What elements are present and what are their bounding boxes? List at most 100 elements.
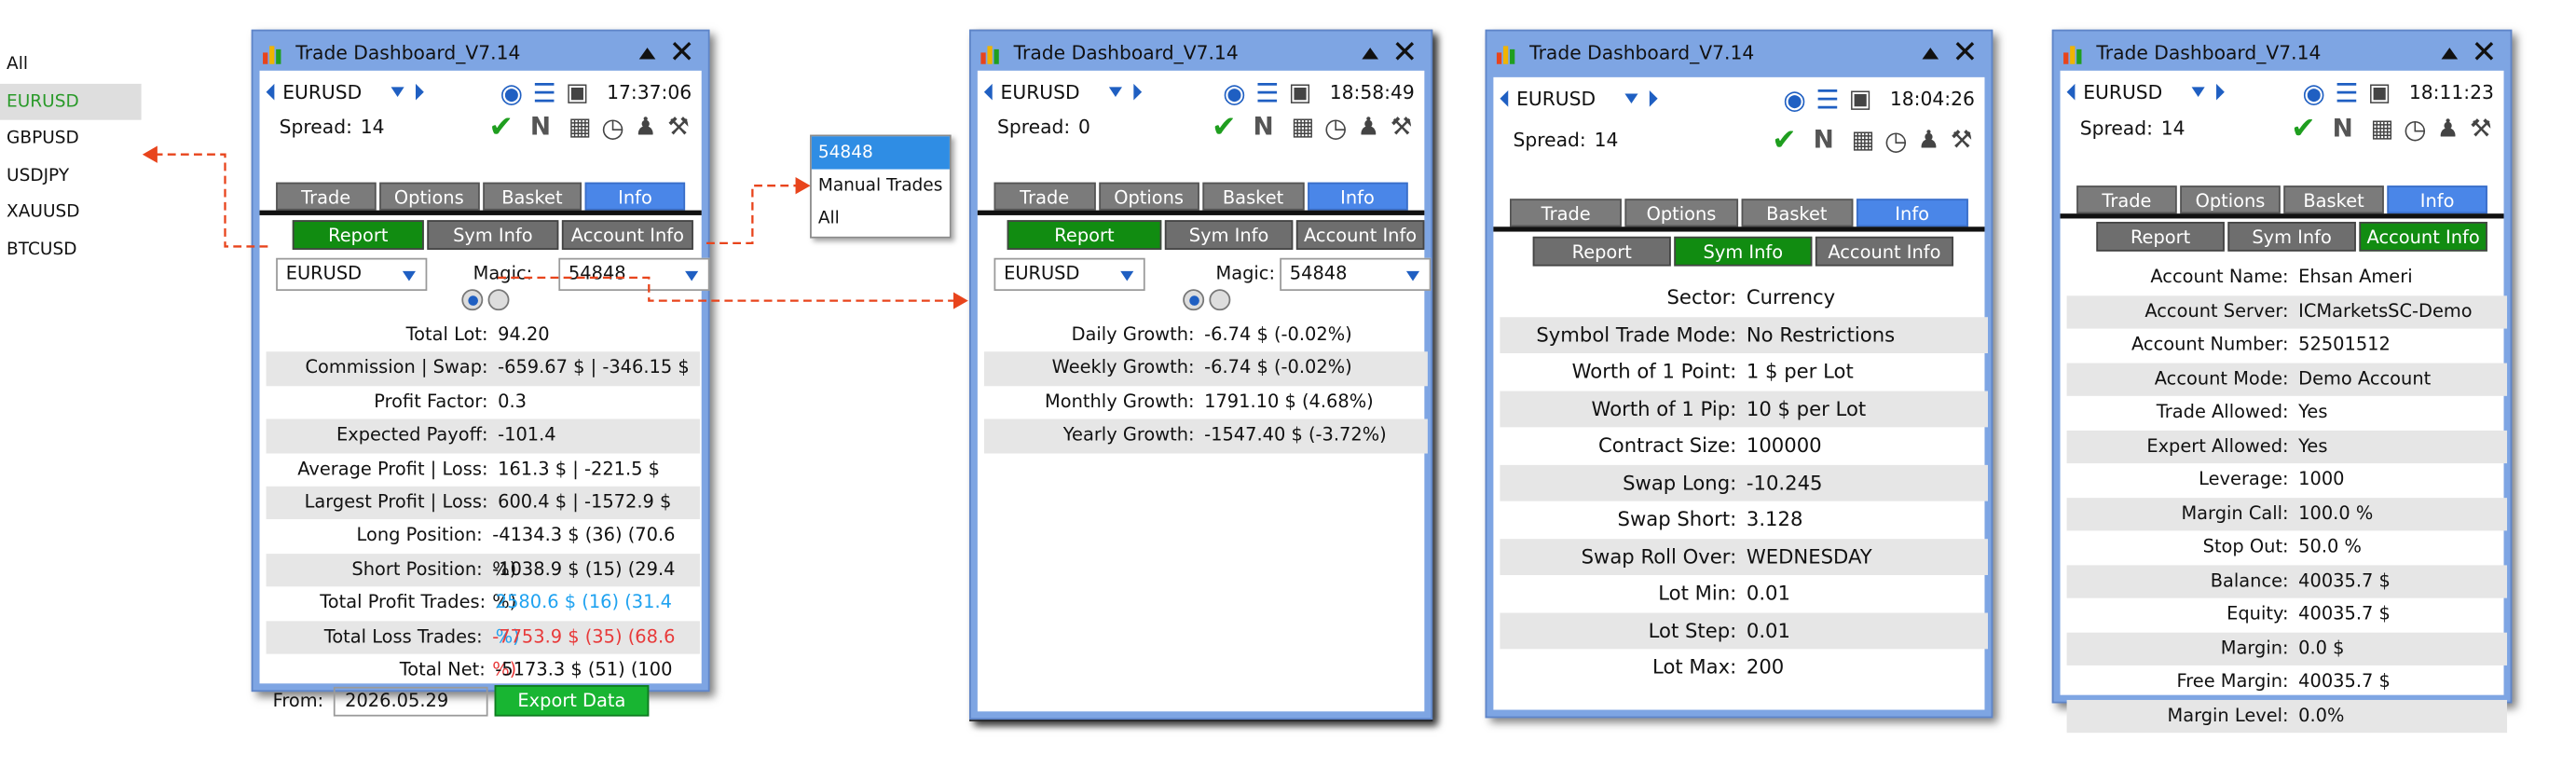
magic-dropdown-icon[interactable] [685,270,699,281]
tab-trade[interactable]: Trade [276,182,377,211]
tab-options[interactable]: Options [378,182,479,211]
calendar-icon[interactable]: ▦ [2365,112,2398,144]
subtab-account-info[interactable]: Account Info [1295,220,1425,250]
bell-icon[interactable]: ♟ [2432,112,2464,144]
symbol-selector[interactable]: EURUSD [1493,87,1659,110]
subtab-account-info[interactable]: Account Info [2359,221,2487,252]
subtab-report[interactable]: Report [1532,236,1671,267]
subtab-account-info[interactable]: Account Info [1815,236,1953,267]
next-symbol-icon[interactable] [416,83,425,101]
tab-trade[interactable]: Trade [2076,185,2177,214]
symbol-selector[interactable]: EURUSD [260,80,425,103]
prev-symbol-icon[interactable] [983,83,993,101]
calendar-icon[interactable]: ▦ [1286,110,1319,143]
subtab-report[interactable]: Report [292,220,424,250]
symbol-selector[interactable]: EURUSD [2061,80,2226,103]
magic-combo[interactable]: 54848 [558,257,710,292]
history-icon[interactable]: ◷ [2399,112,2432,144]
symbol-combo[interactable]: EURUSD [276,257,428,292]
symbol-list-item[interactable]: BTCUSD [0,231,142,268]
news-icon[interactable]: N [1247,110,1280,143]
next-symbol-icon[interactable] [2216,83,2226,101]
tab-info[interactable]: Info [584,182,686,211]
subtab-sym-info[interactable]: Sym Info [1674,236,1813,267]
check-icon[interactable]: ✔ [485,109,517,144]
tab-trade[interactable]: Trade [1510,199,1623,227]
radio-button-on[interactable] [1183,289,1205,311]
tab-info[interactable]: Info [1856,199,1968,227]
calendar-icon[interactable]: ▦ [564,110,596,143]
subtab-report[interactable]: Report [1007,220,1162,250]
wrench-icon[interactable]: ⚒ [662,110,694,143]
symbol-list-item[interactable]: USDJPY [0,157,142,194]
symbol-dropdown-icon[interactable] [2192,87,2206,98]
combo-dropdown-icon[interactable] [402,270,416,281]
calendar-icon[interactable]: ▦ [1846,123,1879,156]
magic-combo[interactable]: 54848 [1280,257,1432,292]
from-date-input[interactable]: 2026.05.29 [333,685,488,716]
next-symbol-icon[interactable] [1650,89,1659,107]
symbol-list-item[interactable]: XAUUSD [0,194,142,231]
minimize-icon[interactable] [1362,47,1379,59]
symbol-list-item[interactable]: All [0,46,142,83]
radio-button-off[interactable] [487,289,510,311]
list-icon[interactable]: ☰ [1251,75,1283,108]
tab-options[interactable]: Options [2180,185,2281,214]
minimize-icon[interactable] [638,47,656,59]
symbol-selector[interactable]: EURUSD [978,80,1143,103]
subtab-account-info[interactable]: Account Info [561,220,693,250]
radio-button-off[interactable] [1209,289,1231,311]
tab-basket[interactable]: Basket [482,182,582,211]
list-icon[interactable]: ☰ [2330,75,2363,108]
tab-options[interactable]: Options [1098,182,1199,211]
prev-symbol-icon[interactable] [1500,89,1509,107]
check-icon[interactable]: ✔ [1208,109,1240,144]
bell-icon[interactable]: ♟ [1352,110,1385,143]
export-data-button[interactable]: Export Data [494,685,650,717]
minimize-icon[interactable] [2441,47,2459,59]
history-icon[interactable]: ◷ [1320,110,1352,143]
close-icon[interactable]: ✕ [1952,37,1978,68]
radio-button-on[interactable] [461,289,484,311]
tab-trade[interactable]: Trade [993,182,1095,211]
magic-option[interactable]: All [812,202,950,235]
news-icon[interactable]: N [2326,112,2359,144]
tab-options[interactable]: Options [1624,199,1738,227]
save-icon[interactable]: ▣ [561,75,594,108]
prev-symbol-icon[interactable] [2066,83,2076,101]
close-icon[interactable]: ✕ [1391,37,1418,68]
combo-dropdown-icon[interactable] [1120,270,1134,281]
tab-basket[interactable]: Basket [1740,199,1853,227]
close-icon[interactable]: ✕ [2471,37,2497,68]
magic-option[interactable]: Manual Trades [812,170,950,202]
save-icon[interactable]: ▣ [2364,75,2396,108]
symbol-list-item-selected[interactable]: EURUSD [0,83,142,120]
wrench-icon[interactable]: ⚒ [2464,112,2497,144]
symbol-dropdown-icon[interactable] [1109,87,1123,98]
check-icon[interactable]: ✔ [2287,111,2320,145]
next-symbol-icon[interactable] [1133,83,1143,101]
subtab-sym-info[interactable]: Sym Info [427,220,559,250]
history-icon[interactable]: ◷ [1880,123,1912,156]
bell-icon[interactable]: ♟ [1912,123,1945,156]
save-icon[interactable]: ▣ [1843,82,1876,115]
symbol-dropdown-icon[interactable] [1624,93,1638,104]
tab-basket[interactable]: Basket [1202,182,1304,211]
symbol-dropdown-icon[interactable] [391,87,405,98]
symbol-combo[interactable]: EURUSD [993,257,1145,292]
eye-icon[interactable]: ◉ [2297,75,2330,108]
magic-dropdown-icon[interactable] [1405,270,1420,281]
prev-symbol-icon[interactable] [266,83,275,101]
save-icon[interactable]: ▣ [1283,75,1316,108]
eye-icon[interactable]: ◉ [495,75,528,108]
list-icon[interactable]: ☰ [1811,82,1843,115]
tab-info[interactable]: Info [1307,182,1408,211]
magic-option[interactable]: 54848 [811,136,950,170]
minimize-icon[interactable] [1922,47,1939,59]
wrench-icon[interactable]: ⚒ [1385,110,1418,143]
news-icon[interactable]: N [1807,123,1840,156]
list-icon[interactable]: ☰ [528,75,560,108]
close-icon[interactable]: ✕ [669,37,695,68]
tab-info[interactable]: Info [2387,185,2487,214]
subtab-sym-info[interactable]: Sym Info [2227,221,2356,252]
